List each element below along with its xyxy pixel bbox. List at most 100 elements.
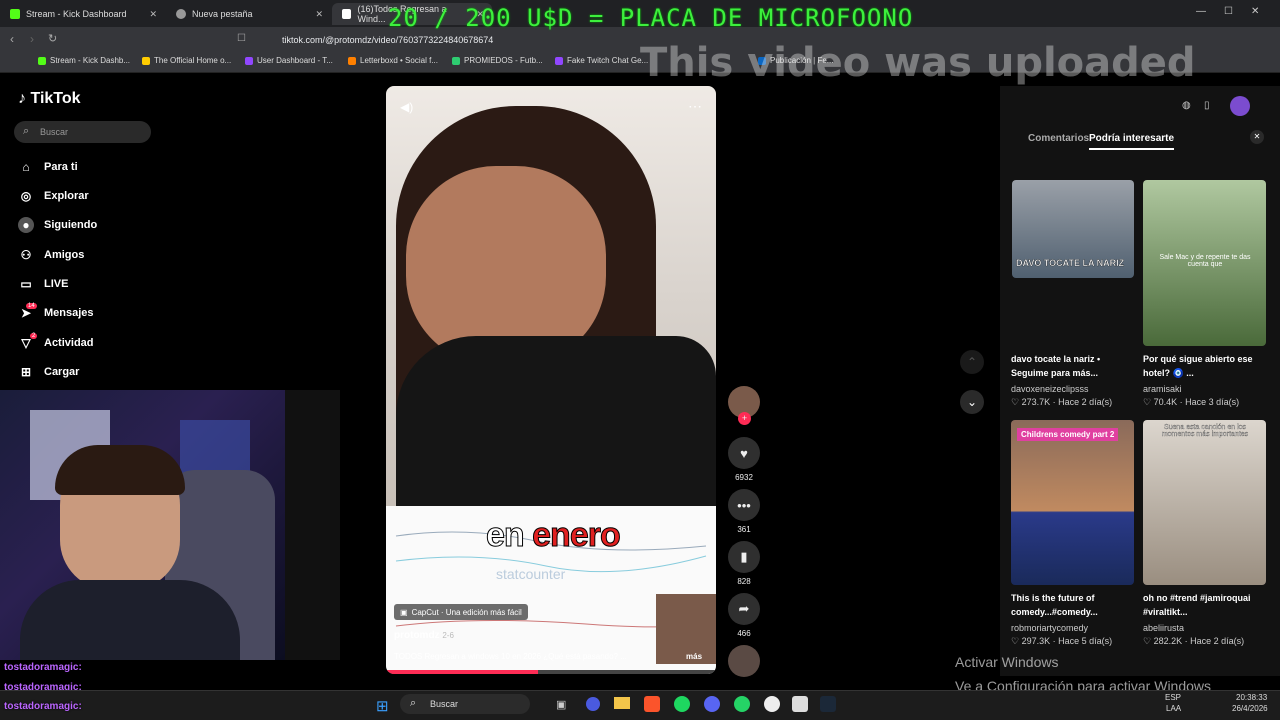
like-button[interactable]: ♥ 6932 xyxy=(728,437,760,482)
heart-icon: ♥ xyxy=(728,437,760,469)
capcut-icon[interactable] xyxy=(792,696,808,712)
save-button[interactable]: ▮ 828 xyxy=(728,541,760,586)
tab-podria-interesarte[interactable]: Podría interesarte xyxy=(1089,133,1175,150)
tab-comentarios[interactable]: Comentarios xyxy=(1028,133,1089,144)
bookmark-item[interactable]: Stream - Kick Dashb... xyxy=(38,56,130,65)
video-title[interactable]: davo tocate la nariz • Seguime para más.… xyxy=(1011,352,1129,380)
sidebar-item-cargar[interactable]: ⊞ Cargar xyxy=(18,364,80,380)
sidebar-item-para-ti[interactable]: ⌂ Para ti xyxy=(18,159,77,175)
comment-icon: ••• xyxy=(728,489,760,521)
video-author[interactable]: protomdz 2-6 xyxy=(394,630,454,641)
bookmark-item[interactable]: PROMIEDOS - Futb... xyxy=(452,56,543,65)
sidebar-item-explorar[interactable]: ◎ Explorar xyxy=(18,188,89,204)
chat-message: tostadoramagic: xyxy=(4,701,82,712)
game-icon[interactable]: ◍ xyxy=(1182,100,1191,111)
brave-icon[interactable] xyxy=(644,696,660,712)
video-author[interactable]: aramisaki xyxy=(1143,384,1182,394)
whatsapp-icon[interactable] xyxy=(734,696,750,712)
language-indicator[interactable]: ESP xyxy=(1165,693,1181,702)
statcounter-watermark: statcounter xyxy=(496,566,566,582)
video-thumbnail[interactable]: Suena esta canción en los momentos más i… xyxy=(1143,420,1266,585)
video-author[interactable]: robmoriartycomedy xyxy=(1011,623,1088,633)
share-button[interactable]: ➦ 466 xyxy=(728,593,760,638)
file-explorer-icon[interactable] xyxy=(614,697,630,709)
clock-time[interactable]: 20:38:33 xyxy=(1236,693,1267,702)
heart-icon: ♡ xyxy=(1011,636,1022,646)
back-icon[interactable]: ‹ xyxy=(10,32,14,46)
video-meta: ♡ 70.4K · Hace 3 día(s) xyxy=(1143,397,1240,407)
forward-icon[interactable]: › xyxy=(30,32,34,46)
video-author[interactable]: davoxeneizeclipsss xyxy=(1011,384,1089,394)
video-description: TODOS Regresan a windows 10 en 2026 ¿Qué… xyxy=(394,652,627,661)
obs-icon[interactable] xyxy=(764,696,780,712)
close-icon[interactable]: ✕ xyxy=(315,9,323,20)
follow-plus-icon[interactable]: + xyxy=(738,412,751,425)
bookmark-item[interactable]: Fake Twitch Chat Ge... xyxy=(555,56,648,65)
capcut-anchor[interactable]: ▣ CapCut · Una edición más fácil xyxy=(394,604,528,620)
previous-video-button[interactable]: ⌃ xyxy=(960,350,984,374)
video-thumbnail[interactable]: Childrens comedy part 2 xyxy=(1011,420,1134,585)
start-icon[interactable]: ⊞ xyxy=(376,697,389,715)
site-icon xyxy=(142,56,150,65)
video-meta: ♡ 297.3K · Hace 5 día(s) xyxy=(1011,636,1113,646)
tiktok-logo[interactable]: ♪ TikTok xyxy=(18,90,81,108)
discord-icon[interactable] xyxy=(704,696,720,712)
sound-avatar[interactable] xyxy=(728,645,760,681)
webcam-feed xyxy=(0,390,285,660)
keyboard-layout[interactable]: LAA xyxy=(1166,704,1181,713)
compass-icon: ◎ xyxy=(20,189,32,203)
video-player[interactable]: statcounter en enero ◀) ⋯ ▣ CapCut · Una … xyxy=(386,86,716,674)
more-options-icon[interactable]: ⋯ xyxy=(688,98,702,115)
bookmark-icon[interactable]: ☐ xyxy=(237,33,246,44)
tab-new[interactable]: Nueva pestaña ✕ xyxy=(166,3,331,25)
progress-track[interactable] xyxy=(386,670,716,674)
task-view-icon[interactable]: ▣ xyxy=(556,698,566,711)
video-author[interactable]: abeliirusta xyxy=(1143,623,1184,633)
activate-windows-title: Activar Windows xyxy=(955,654,1059,670)
chat-message: tostadoramagic: xyxy=(4,662,82,673)
tab-kick[interactable]: Stream - Kick Dashboard ✕ xyxy=(0,3,165,25)
promiedos-icon xyxy=(452,56,460,65)
heart-icon: ♡ xyxy=(1011,397,1022,407)
close-icon[interactable]: ✕ xyxy=(149,9,157,20)
comment-button[interactable]: ••• 361 xyxy=(728,489,760,534)
search-input[interactable]: ⌕ Buscar xyxy=(14,121,151,143)
clock-date[interactable]: 26/4/2026 xyxy=(1232,704,1268,713)
heart-icon: ♡ xyxy=(1143,397,1154,407)
video-title[interactable]: This is the future of comedy...#comedy..… xyxy=(1011,591,1129,619)
video-thumbnail[interactable]: Sale Mac y de repente te das cuenta que xyxy=(1143,180,1266,346)
profile-avatar[interactable] xyxy=(1230,96,1250,116)
bookmark-item[interactable]: Letterboxd • Social f... xyxy=(348,56,438,65)
steam-icon[interactable] xyxy=(820,696,836,712)
sidebar-item-siguiendo[interactable]: ● Siguiendo xyxy=(18,217,97,233)
letterboxd-icon xyxy=(348,56,356,65)
video-caption: en enero xyxy=(486,516,622,555)
sidebar-item-actividad[interactable]: ▽ Actividad xyxy=(18,335,93,351)
spotify-icon[interactable] xyxy=(674,696,690,712)
bookmark-item[interactable]: The Official Home o... xyxy=(142,56,231,65)
volume-icon[interactable]: ◀) xyxy=(400,100,413,114)
video-title[interactable]: oh no #trend #jamiroquai #viraltikt... xyxy=(1143,591,1261,619)
taskbar: ⊞ ▣ ESP LAA 20:38:33 26/4/2026 xyxy=(0,690,1280,720)
video-title[interactable]: Por qué sigue abierto ese hotel? 🧿 ... xyxy=(1143,352,1261,380)
sidebar-item-live[interactable]: ▭ LIVE xyxy=(18,276,68,292)
reload-icon[interactable]: ↻ xyxy=(48,32,57,45)
more-link[interactable]: más xyxy=(686,652,702,661)
twitch-icon xyxy=(245,56,253,65)
tab-label: Stream - Kick Dashboard xyxy=(26,9,127,19)
next-video-button[interactable]: ⌄ xyxy=(960,390,984,414)
messages-badge: 14 xyxy=(26,303,37,309)
taskbar-search[interactable]: ⌕ Buscar xyxy=(400,694,530,714)
bookmark-item[interactable]: User Dashboard - T... xyxy=(245,56,333,65)
window-controls[interactable]: —☐✕ xyxy=(1196,6,1277,17)
video-frame xyxy=(386,86,716,506)
close-icon[interactable]: ✕ xyxy=(1250,130,1264,144)
video-thumbnail[interactable]: DAVO TOCATE LA NARIZ xyxy=(1012,180,1134,278)
author-avatar[interactable]: + xyxy=(728,386,760,425)
device-icon[interactable]: ▯ xyxy=(1204,100,1210,111)
progress-fill xyxy=(386,670,538,674)
app-icon[interactable] xyxy=(586,697,600,711)
video-meta: ♡ 273.7K · Hace 2 día(s) xyxy=(1011,397,1113,407)
webcam-hair xyxy=(55,445,185,495)
sidebar-item-amigos[interactable]: ⚇ Amigos xyxy=(18,247,85,263)
